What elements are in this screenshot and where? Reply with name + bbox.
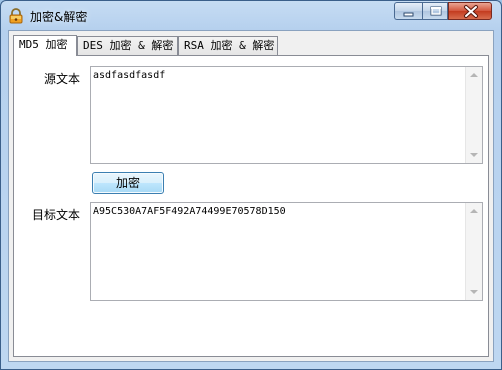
source-text-input[interactable]: asdfasdfasdf [90, 66, 483, 164]
encrypt-button[interactable]: 加密 [92, 172, 164, 194]
close-icon [464, 5, 478, 18]
client-area: MD5 加密 DES 加密 & 解密 RSA 加密 & 解密 源文本 asdfa… [8, 30, 494, 362]
tab-des-encrypt-decrypt[interactable]: DES 加密 & 解密 [77, 36, 178, 55]
window-title: 加密&解密 [30, 10, 88, 24]
scroll-up-arrow-icon[interactable] [470, 73, 478, 77]
target-text-value: A95C530A7AF5F492A74499E70578D150 [93, 206, 286, 217]
title-bar[interactable]: 加密&解密 [1, 1, 501, 29]
tab-md5-encrypt[interactable]: MD5 加密 [13, 35, 77, 56]
scroll-up-arrow-icon[interactable] [470, 209, 478, 213]
minimize-button[interactable] [394, 2, 422, 20]
scroll-down-arrow-icon[interactable] [470, 153, 478, 157]
md5-tab-panel: 源文本 asdfasdfasdf 加密 目标文本 A95C530A7AF5F49… [13, 55, 489, 357]
target-text-output[interactable]: A95C530A7AF5F492A74499E70578D150 [90, 202, 483, 301]
scroll-down-arrow-icon[interactable] [470, 290, 478, 294]
close-button[interactable] [448, 2, 492, 20]
source-text-scrollbar[interactable] [465, 67, 482, 163]
maximize-icon [430, 6, 442, 16]
app-window: 加密&解密 MD5 加密 DES 加密 & 解密 RSA 加密 & 解密 源文本 [0, 0, 502, 370]
source-text-label: 源文本 [44, 72, 81, 86]
target-text-scrollbar[interactable] [465, 203, 482, 300]
tab-rsa-encrypt-decrypt[interactable]: RSA 加密 & 解密 [178, 36, 278, 55]
lock-app-icon [8, 8, 24, 24]
maximize-button[interactable] [422, 2, 448, 20]
minimize-icon [403, 12, 414, 17]
source-text-value: asdfasdfasdf [93, 70, 166, 81]
target-text-label: 目标文本 [32, 208, 81, 222]
